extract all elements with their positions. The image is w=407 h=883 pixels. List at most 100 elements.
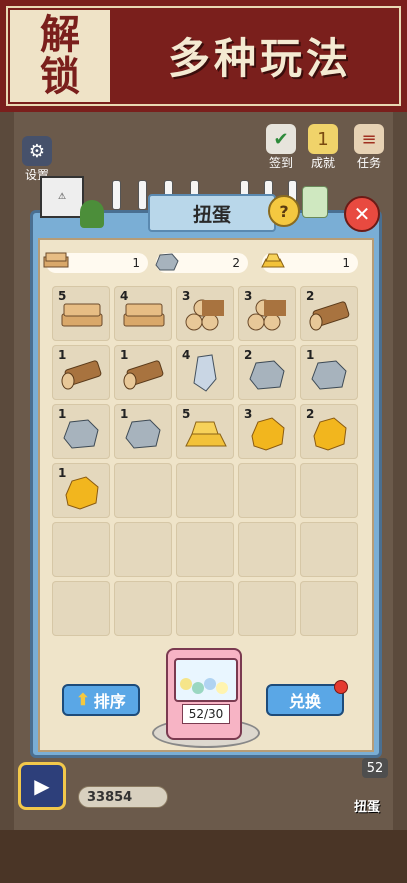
banner-unlock-char-2: 锁	[40, 53, 80, 100]
inventory-slot-wood-plank[interactable]: 5	[52, 286, 110, 341]
task-button[interactable]: ≡ 任务	[354, 124, 384, 171]
signin-button[interactable]: ✔ 签到	[266, 124, 296, 171]
close-button[interactable]: ✕	[344, 196, 380, 232]
item-count: 4	[120, 289, 129, 303]
help-button[interactable]: ?	[268, 195, 300, 227]
item-count: 1	[58, 407, 67, 421]
capsule-icon	[192, 682, 204, 694]
item-count: 1	[120, 407, 129, 421]
gear-icon: ⚙	[22, 136, 52, 166]
capsule-icon	[180, 678, 192, 690]
inventory-slot-empty[interactable]	[300, 581, 358, 636]
close-icon: ✕	[353, 202, 371, 226]
inventory-slot-empty[interactable]	[176, 463, 234, 518]
gacha-progress-value: 52/30	[188, 707, 224, 721]
gold-counter: 1	[261, 253, 358, 273]
item-count: 2	[244, 348, 253, 362]
achievement-label: 成就	[310, 156, 335, 170]
inventory-slot-empty[interactable]	[238, 463, 296, 518]
scroll-icon: ≡	[354, 124, 384, 154]
video-button[interactable]: ▶	[18, 762, 66, 810]
inventory-slot-log[interactable]: 2	[300, 286, 358, 341]
inventory-slot-empty[interactable]	[114, 581, 172, 636]
inventory-slot-empty[interactable]	[52, 522, 110, 577]
inventory-grid: 5 4 3 3 2 1 1 4 2 1 1 1 5 3 2 1	[52, 286, 358, 638]
inventory-slot-stone[interactable]: 1	[114, 404, 172, 459]
task-label: 任务	[356, 156, 381, 170]
gacha-side-label: 扭蛋	[354, 800, 381, 815]
inventory-slot-log[interactable]: 1	[114, 345, 172, 400]
item-count: 1	[58, 466, 67, 480]
notification-dot	[334, 680, 348, 694]
gold-bar-icon	[258, 250, 286, 274]
dialog-title-plate: 扭蛋	[148, 194, 276, 232]
item-count: 1	[120, 348, 129, 362]
inventory-slot-empty[interactable]	[176, 581, 234, 636]
inventory-slot-log[interactable]: 1	[52, 345, 110, 400]
sort-label: 排序	[93, 694, 126, 711]
checkmark-icon: ✔	[266, 124, 296, 154]
gacha-count-value: 52	[366, 760, 384, 776]
inventory-slot-empty[interactable]	[300, 463, 358, 518]
inventory-slot-crystal[interactable]: 4	[176, 345, 234, 400]
sort-button[interactable]: ⬆ 排序	[62, 684, 140, 716]
wood-plank-icon	[42, 250, 70, 274]
capsule-icon	[216, 682, 228, 694]
promo-banner: 解 锁 多种玩法	[0, 0, 407, 112]
inventory-slot-empty[interactable]	[300, 522, 358, 577]
inventory-slot-log-pile[interactable]: 3	[238, 286, 296, 341]
item-count: 5	[182, 407, 191, 421]
inventory-slot-wood-plank[interactable]: 4	[114, 286, 172, 341]
inventory-slot-gold-nugget[interactable]: 3	[238, 404, 296, 459]
inventory-slot-empty[interactable]	[52, 581, 110, 636]
inventory-slot-stone[interactable]: 1	[300, 345, 358, 400]
coin-counter: 33854	[78, 786, 168, 808]
wet-floor-sign-icon: ⚠	[40, 176, 84, 218]
inventory-slot-stone[interactable]: 2	[238, 345, 296, 400]
gacha-side-button[interactable]: 扭蛋	[354, 796, 380, 815]
flower-pot-icon	[302, 186, 328, 218]
dialog-title: 扭蛋	[192, 203, 231, 226]
stone-icon	[152, 250, 180, 274]
banner-unlock-char-1: 解	[40, 11, 80, 58]
banner-unlock-block: 解 锁	[10, 10, 110, 102]
inventory-slot-gold-nugget[interactable]: 2	[300, 404, 358, 459]
exchange-button[interactable]: 兑换	[266, 684, 344, 716]
stone-counter: 2	[155, 253, 248, 273]
coin-value: 33854	[87, 789, 133, 805]
play-icon: ▶	[34, 774, 50, 798]
stone-counter-value: 2	[232, 256, 240, 270]
inventory-slot-empty[interactable]	[238, 522, 296, 577]
inventory-slot-empty[interactable]	[114, 463, 172, 518]
wood-counter-value: 1	[132, 256, 140, 270]
inventory-slot-gold-nugget[interactable]: 1	[52, 463, 110, 518]
inventory-slot-empty[interactable]	[176, 522, 234, 577]
achievement-button[interactable]: 1 成就	[308, 124, 338, 171]
arrow-up-icon: ⬆	[76, 692, 90, 709]
item-count: 3	[182, 289, 191, 303]
item-count: 1	[58, 348, 67, 362]
item-count: 4	[182, 348, 191, 362]
inventory-slot-empty[interactable]	[114, 522, 172, 577]
item-count: 3	[244, 289, 253, 303]
plant-icon	[80, 200, 104, 228]
trophy-icon: 1	[308, 124, 338, 154]
bottom-scene-strip	[0, 830, 407, 883]
gold-counter-value: 1	[342, 256, 350, 270]
question-mark-icon: ?	[279, 201, 289, 221]
item-count: 1	[306, 348, 315, 362]
item-count: 5	[58, 289, 67, 303]
inventory-slot-log-pile[interactable]: 3	[176, 286, 234, 341]
wood-counter: 1	[43, 252, 148, 273]
inventory-slot-stone[interactable]: 1	[52, 404, 110, 459]
item-count: 2	[306, 289, 315, 303]
capsule-icon	[204, 678, 216, 690]
gacha-machine-window	[174, 658, 238, 702]
item-count: 2	[306, 407, 315, 421]
gacha-progress: 52/30	[182, 704, 230, 724]
inventory-slot-empty[interactable]	[238, 581, 296, 636]
banner-headline: 多种玩法	[167, 33, 352, 83]
binder-ring	[138, 180, 147, 210]
item-count: 3	[244, 407, 253, 421]
inventory-slot-gold-bar[interactable]: 5	[176, 404, 234, 459]
